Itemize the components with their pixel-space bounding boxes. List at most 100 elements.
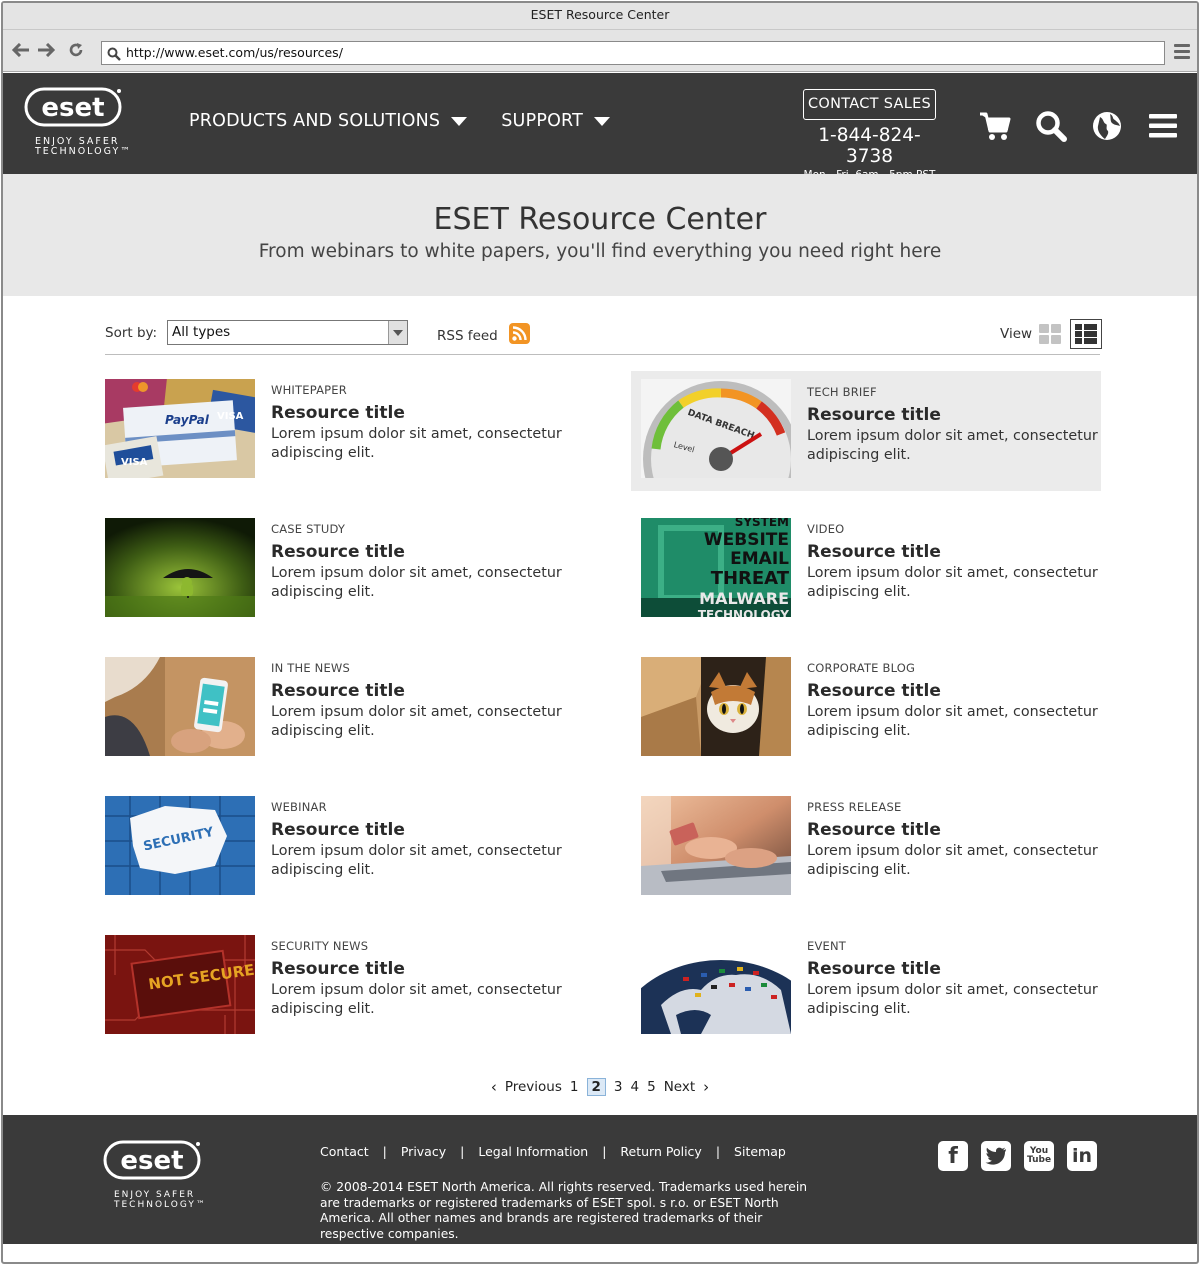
resource-thumbnail[interactable]: SYSTEM WEBSITE EMAIL THREAT MALWARE TECH… <box>641 518 791 617</box>
resource-thumbnail[interactable]: NOT SECURE <box>105 935 255 1034</box>
resource-title[interactable]: Resource title <box>271 542 571 562</box>
sort-select[interactable]: All types <box>167 320 408 345</box>
page-link[interactable]: 3 <box>614 1079 623 1095</box>
svg-text:TECHNOLOGY: TECHNOLOGY <box>698 608 789 617</box>
rss-feed-link[interactable]: RSS feed <box>437 323 530 348</box>
footer-eset-logo[interactable]: eset ENJOY SAFER TECHNOLOGY™ <box>103 1140 207 1210</box>
resource-description: Lorem ipsum dolor sit amet, consectetur … <box>807 565 1098 600</box>
resource-card[interactable]: CASE STUDY Resource title Lorem ipsum do… <box>105 508 575 628</box>
footer-link-privacy[interactable]: Privacy <box>401 1144 446 1159</box>
link-separator: | <box>602 1144 607 1159</box>
footer-link-legal-information[interactable]: Legal Information <box>478 1144 588 1159</box>
resource-card[interactable]: DATA BREACH Level TECH BRIEF Resource ti… <box>631 371 1101 491</box>
globe-icon[interactable] <box>1090 109 1124 143</box>
resource-card[interactable]: EVENT Resource title Lorem ipsum dolor s… <box>631 925 1101 1045</box>
current-page[interactable]: 2 <box>586 1078 606 1096</box>
resource-thumbnail[interactable] <box>641 935 791 1034</box>
resource-card[interactable]: PayPal VISA VISA WHITEPAPER Resource tit… <box>105 369 575 489</box>
resource-thumbnail[interactable] <box>641 657 791 756</box>
resource-title[interactable]: Resource title <box>271 681 571 701</box>
twitter-icon[interactable] <box>981 1141 1011 1171</box>
resource-title[interactable]: Resource title <box>807 820 1107 840</box>
rss-icon <box>508 323 530 348</box>
search-icon[interactable] <box>1034 109 1068 143</box>
url-text: http://www.eset.com/us/resources/ <box>126 45 343 60</box>
chevron-right-icon[interactable]: › <box>703 1078 709 1096</box>
resource-card[interactable]: NOT SECURE SECURITY NEWS Resource title … <box>105 925 575 1045</box>
reload-icon[interactable] <box>66 40 86 60</box>
browser-menu-icon[interactable] <box>1174 44 1190 62</box>
resource-type: TECH BRIEF <box>807 385 877 399</box>
resource-card[interactable]: SYSTEM WEBSITE EMAIL THREAT MALWARE TECH… <box>631 508 1101 628</box>
footer-logo-tagline: ENJOY SAFER TECHNOLOGY™ <box>114 1190 207 1210</box>
cart-icon[interactable] <box>978 109 1012 143</box>
filter-toolbar: Sort by: All types RSS feed View <box>105 319 1102 355</box>
svg-text:VISA: VISA <box>217 411 244 422</box>
resource-title[interactable]: Resource title <box>271 403 571 423</box>
youtube-icon[interactable]: You Tube <box>1024 1141 1054 1171</box>
page-link[interactable]: 5 <box>647 1079 656 1095</box>
resource-thumbnail[interactable] <box>641 796 791 895</box>
menu-icon[interactable] <box>1146 109 1180 143</box>
footer-link-contact[interactable]: Contact <box>320 1144 369 1159</box>
resource-description: Lorem ipsum dolor sit amet, consectetur … <box>807 982 1098 1017</box>
resource-card[interactable]: CORPORATE BLOG Resource title Lorem ipsu… <box>631 647 1101 767</box>
previous-page-link[interactable]: Previous <box>505 1079 562 1095</box>
page-subtitle: From webinars to white papers, you'll fi… <box>258 241 942 262</box>
resource-thumbnail[interactable]: DATA BREACH Level <box>641 379 791 478</box>
nav-products-and-solutions[interactable]: PRODUCTS AND SOLUTIONS <box>189 111 468 131</box>
resource-thumbnail[interactable] <box>105 518 255 617</box>
resource-title[interactable]: Resource title <box>807 959 1107 979</box>
rss-label: RSS feed <box>437 327 498 344</box>
forward-icon[interactable] <box>36 40 56 60</box>
back-icon[interactable] <box>11 40 31 60</box>
chevron-down-icon[interactable] <box>388 321 407 344</box>
nav-label: SUPPORT <box>501 111 584 131</box>
resource-type: CASE STUDY <box>271 522 346 536</box>
chevron-down-icon <box>451 116 468 126</box>
resource-title[interactable]: Resource title <box>807 405 1107 425</box>
resource-description: Lorem ipsum dolor sit amet, consectetur … <box>807 843 1098 878</box>
browser-window: ESET Resource Center http://www.eset.com… <box>1 1 1199 1264</box>
svg-text:WEBSITE: WEBSITE <box>704 530 789 550</box>
nav-support[interactable]: SUPPORT <box>501 111 611 131</box>
svg-text:eset: eset <box>120 1146 183 1176</box>
svg-text:SYSTEM: SYSTEM <box>735 518 789 529</box>
resource-description: Lorem ipsum dolor sit amet, consectetur … <box>271 565 562 600</box>
next-page-link[interactable]: Next <box>664 1079 695 1095</box>
footer-link-sitemap[interactable]: Sitemap <box>734 1144 786 1159</box>
footer-links: Contact | Privacy | Legal Information | … <box>320 1144 786 1159</box>
list-view-icon[interactable] <box>1070 319 1102 349</box>
page-link[interactable]: 1 <box>570 1079 579 1095</box>
resource-card[interactable]: PRESS RELEASE Resource title Lorem ipsum… <box>631 786 1101 906</box>
resource-description: Lorem ipsum dolor sit amet, consectetur … <box>807 428 1098 463</box>
resource-description: Lorem ipsum dolor sit amet, consectetur … <box>807 704 1098 739</box>
grid-view-icon[interactable] <box>1038 323 1062 345</box>
page-link[interactable]: 4 <box>631 1079 640 1095</box>
chevron-left-icon[interactable]: ‹ <box>491 1078 497 1096</box>
resource-thumbnail[interactable]: SECURITY <box>105 796 255 895</box>
footer-link-return-policy[interactable]: Return Policy <box>620 1144 701 1159</box>
resource-type: VIDEO <box>807 522 845 536</box>
contact-sales-button[interactable]: CONTACT SALES <box>803 89 936 120</box>
resource-title[interactable]: Resource title <box>807 681 1107 701</box>
resource-title[interactable]: Resource title <box>271 959 571 979</box>
sort-label: Sort by: <box>105 325 158 341</box>
window-title: ESET Resource Center <box>3 3 1197 30</box>
address-bar[interactable]: http://www.eset.com/us/resources/ <box>101 41 1165 65</box>
resource-thumbnail[interactable]: PayPal VISA VISA <box>105 379 255 478</box>
phone-number[interactable]: 1-844-824-3738 <box>803 125 936 167</box>
site-footer: eset ENJOY SAFER TECHNOLOGY™ Contact | P… <box>3 1115 1197 1244</box>
hero-banner: ESET Resource Center From webinars to wh… <box>3 174 1197 296</box>
resource-type: PRESS RELEASE <box>807 800 902 814</box>
resource-title[interactable]: Resource title <box>271 820 571 840</box>
search-icon <box>107 46 121 68</box>
resource-thumbnail[interactable] <box>105 657 255 756</box>
resource-card[interactable]: IN THE NEWS Resource title Lorem ipsum d… <box>105 647 575 767</box>
facebook-icon[interactable]: f <box>938 1141 968 1171</box>
svg-text:MALWARE: MALWARE <box>699 589 789 608</box>
resource-title[interactable]: Resource title <box>807 542 1107 562</box>
linkedin-icon[interactable]: in <box>1067 1141 1097 1171</box>
resource-card[interactable]: SECURITY WEBINAR Resource title Lorem ip… <box>105 786 575 906</box>
eset-logo[interactable]: eset ENJOY SAFER TECHNOLOGY™ <box>24 87 130 157</box>
